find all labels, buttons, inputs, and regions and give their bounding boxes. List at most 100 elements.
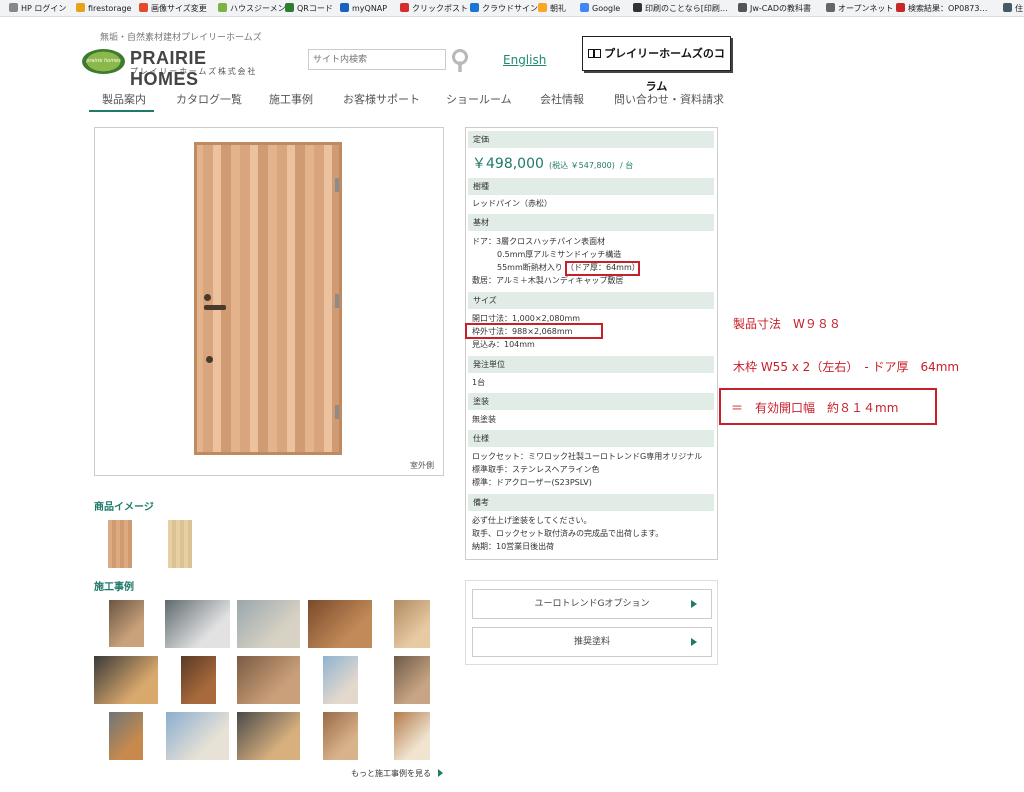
case-study-thumbnail[interactable] <box>109 600 144 647</box>
hinge-bottom <box>335 405 339 419</box>
case-study-thumbnail[interactable] <box>109 712 143 760</box>
bookmark-label: HP ログイン <box>21 4 67 13</box>
site-logo[interactable]: prairie homes PRAIRIE HOMES プレイリーホームズ株式会… <box>82 48 262 89</box>
nav-item[interactable]: カタログ一覧 <box>176 91 242 107</box>
bookmark-label: 画像サイズ変更 <box>151 4 207 13</box>
spec-header-order: 発注単位 <box>468 356 714 373</box>
bookmark-label: クラウドサイン <box>482 4 538 13</box>
nav-item[interactable]: お客様サポート <box>343 91 420 107</box>
logo-mark-icon: prairie homes <box>82 49 125 74</box>
price-value: ￥498,000 <box>472 156 544 172</box>
spec-header-spec: 仕様 <box>468 430 714 447</box>
bookmark-label: 朝礼 <box>550 4 566 13</box>
annotation-product-size: 製品寸法 W９８８ <box>733 317 841 331</box>
search-icon[interactable] <box>450 48 472 72</box>
bookmark-item[interactable]: 印刷のことなら[印刷… <box>633 0 728 16</box>
notes-line-3: 納期：10営業日後出荷 <box>472 542 555 551</box>
bookmark-item[interactable]: HP ログイン <box>9 0 67 16</box>
bookmark-label: myQNAP <box>352 4 388 13</box>
bookmark-favicon-icon <box>400 3 409 12</box>
bookmark-item[interactable]: 住 <box>1003 0 1023 16</box>
case-study-thumbnail[interactable] <box>323 656 358 704</box>
case-study-thumbnail[interactable] <box>181 656 216 704</box>
bookmark-item[interactable]: firestorage <box>76 0 132 16</box>
bookmark-item[interactable]: myQNAP <box>340 0 388 16</box>
highlight-outer-size <box>465 323 603 339</box>
hinge-top <box>335 178 339 192</box>
bookmark-favicon-icon <box>826 3 835 12</box>
bookmark-favicon-icon <box>738 3 747 12</box>
nav-item[interactable]: 製品案内 <box>102 91 146 107</box>
case-study-thumbnail[interactable] <box>394 712 430 760</box>
bookmark-item[interactable]: 画像サイズ変更 <box>139 0 207 16</box>
notes-line-2: 取手、ロックセット取付済みの完成品で出荷します。 <box>472 529 664 538</box>
bookmark-favicon-icon <box>76 3 85 12</box>
bookmark-favicon-icon <box>340 3 349 12</box>
case-study-thumbnail[interactable] <box>165 600 230 648</box>
spec-line-2: 標準取手：ステンレスヘアライン色 <box>472 465 600 474</box>
search-input[interactable] <box>308 49 446 70</box>
eurotrend-option-button[interactable]: ユーロトレンドGオプション <box>472 589 712 619</box>
bookmark-label: Google <box>592 4 621 13</box>
arrow-right-icon <box>691 638 697 646</box>
product-thumb-interior[interactable] <box>168 520 192 568</box>
case-study-thumbnail[interactable] <box>394 600 430 648</box>
bookmark-favicon-icon <box>538 3 547 12</box>
bookmark-favicon-icon <box>9 3 18 12</box>
product-thumb-exterior[interactable] <box>108 520 132 568</box>
bookmarks-bar: HP ログイン firestorage 画像サイズ変更 ハウスジーメン QRコード myQ… <box>0 0 1024 17</box>
bookmark-item[interactable]: Google <box>580 0 621 16</box>
column-button[interactable]: プレイリーホームズのコラム <box>582 36 731 93</box>
base-line-1: ドア：3層クロスハッチパイン表面材 <box>472 237 606 246</box>
bookmark-label: 印刷のことなら[印刷… <box>645 4 728 13</box>
spec-line-1: ロックセット：ミワロック社製ユーロトレンドG専用オリジナル <box>472 452 703 461</box>
bookmark-item[interactable]: オープンネット <box>826 0 893 16</box>
bookmark-label: QRコード <box>297 4 333 13</box>
eurotrend-option-label: ユーロトレンドGオプション <box>534 599 650 609</box>
bookmark-favicon-icon <box>285 3 294 12</box>
english-link[interactable]: English <box>503 53 546 67</box>
species-value: レッドパイン（赤松） <box>472 199 552 208</box>
case-study-thumbnail[interactable] <box>237 656 300 704</box>
bookmark-label: firestorage <box>88 4 132 13</box>
nav-item[interactable]: 会社情報 <box>540 91 584 107</box>
price-row: ￥498,000 (税込 ￥547,800) / 台 <box>472 153 633 173</box>
bookmark-favicon-icon <box>633 3 642 12</box>
spec-header-species: 樹種 <box>468 178 714 195</box>
bookmark-label: クリックポスト <box>412 4 468 13</box>
recommended-paint-button[interactable]: 推奨塗料 <box>472 627 712 657</box>
bookmark-item[interactable]: 検索結果：OP0873… <box>896 0 987 16</box>
spec-line-3: 標準：ドアクローザー(S23PSLV) <box>472 478 592 487</box>
price-unit: / 台 <box>619 161 634 170</box>
more-cases-link[interactable]: もっと施工事例を見る <box>351 768 431 779</box>
bookmark-item[interactable]: クラウドサイン <box>470 0 538 16</box>
spec-header-size: サイズ <box>468 292 714 309</box>
highlight-door-thickness <box>565 261 640 276</box>
bookmark-item[interactable]: 朝礼 <box>538 0 566 16</box>
case-study-thumbnail[interactable] <box>323 712 358 760</box>
case-study-thumbnail[interactable] <box>166 712 229 760</box>
nav-active-indicator <box>89 110 154 112</box>
nav-item[interactable]: 施工事例 <box>269 91 313 107</box>
more-cases-arrow-icon[interactable] <box>438 769 443 777</box>
spec-header-notes: 備考 <box>468 494 714 511</box>
case-studies-title: 施工事例 <box>94 582 134 593</box>
logo-subtext: プレイリーホームズ株式会社 <box>130 67 258 76</box>
base-line-3: 55mm断熱材入り <box>497 263 563 272</box>
size-line-3: 見込み：104mm <box>472 340 535 349</box>
case-study-thumbnail[interactable] <box>237 712 300 760</box>
nav-item[interactable]: 問い合わせ・資料請求 <box>614 91 724 107</box>
bookmark-item[interactable]: QRコード <box>285 0 333 16</box>
nav-item[interactable]: ショールーム <box>446 91 512 107</box>
bookmark-item[interactable]: ハウスジーメン <box>218 0 286 16</box>
case-study-thumbnail[interactable] <box>394 656 430 704</box>
site-tagline: 無垢・自然素材建材プレイリーホームズ <box>100 33 262 43</box>
bookmark-item[interactable]: クリックポスト <box>400 0 468 16</box>
case-study-thumbnail[interactable] <box>308 600 372 648</box>
case-study-thumbnail[interactable] <box>237 600 300 648</box>
bookmark-favicon-icon <box>218 3 227 12</box>
bookmark-favicon-icon <box>1003 3 1012 12</box>
order-value: 1台 <box>472 378 486 387</box>
case-study-thumbnail[interactable] <box>94 656 158 704</box>
bookmark-item[interactable]: Jw-CADの教科書 <box>738 0 811 16</box>
